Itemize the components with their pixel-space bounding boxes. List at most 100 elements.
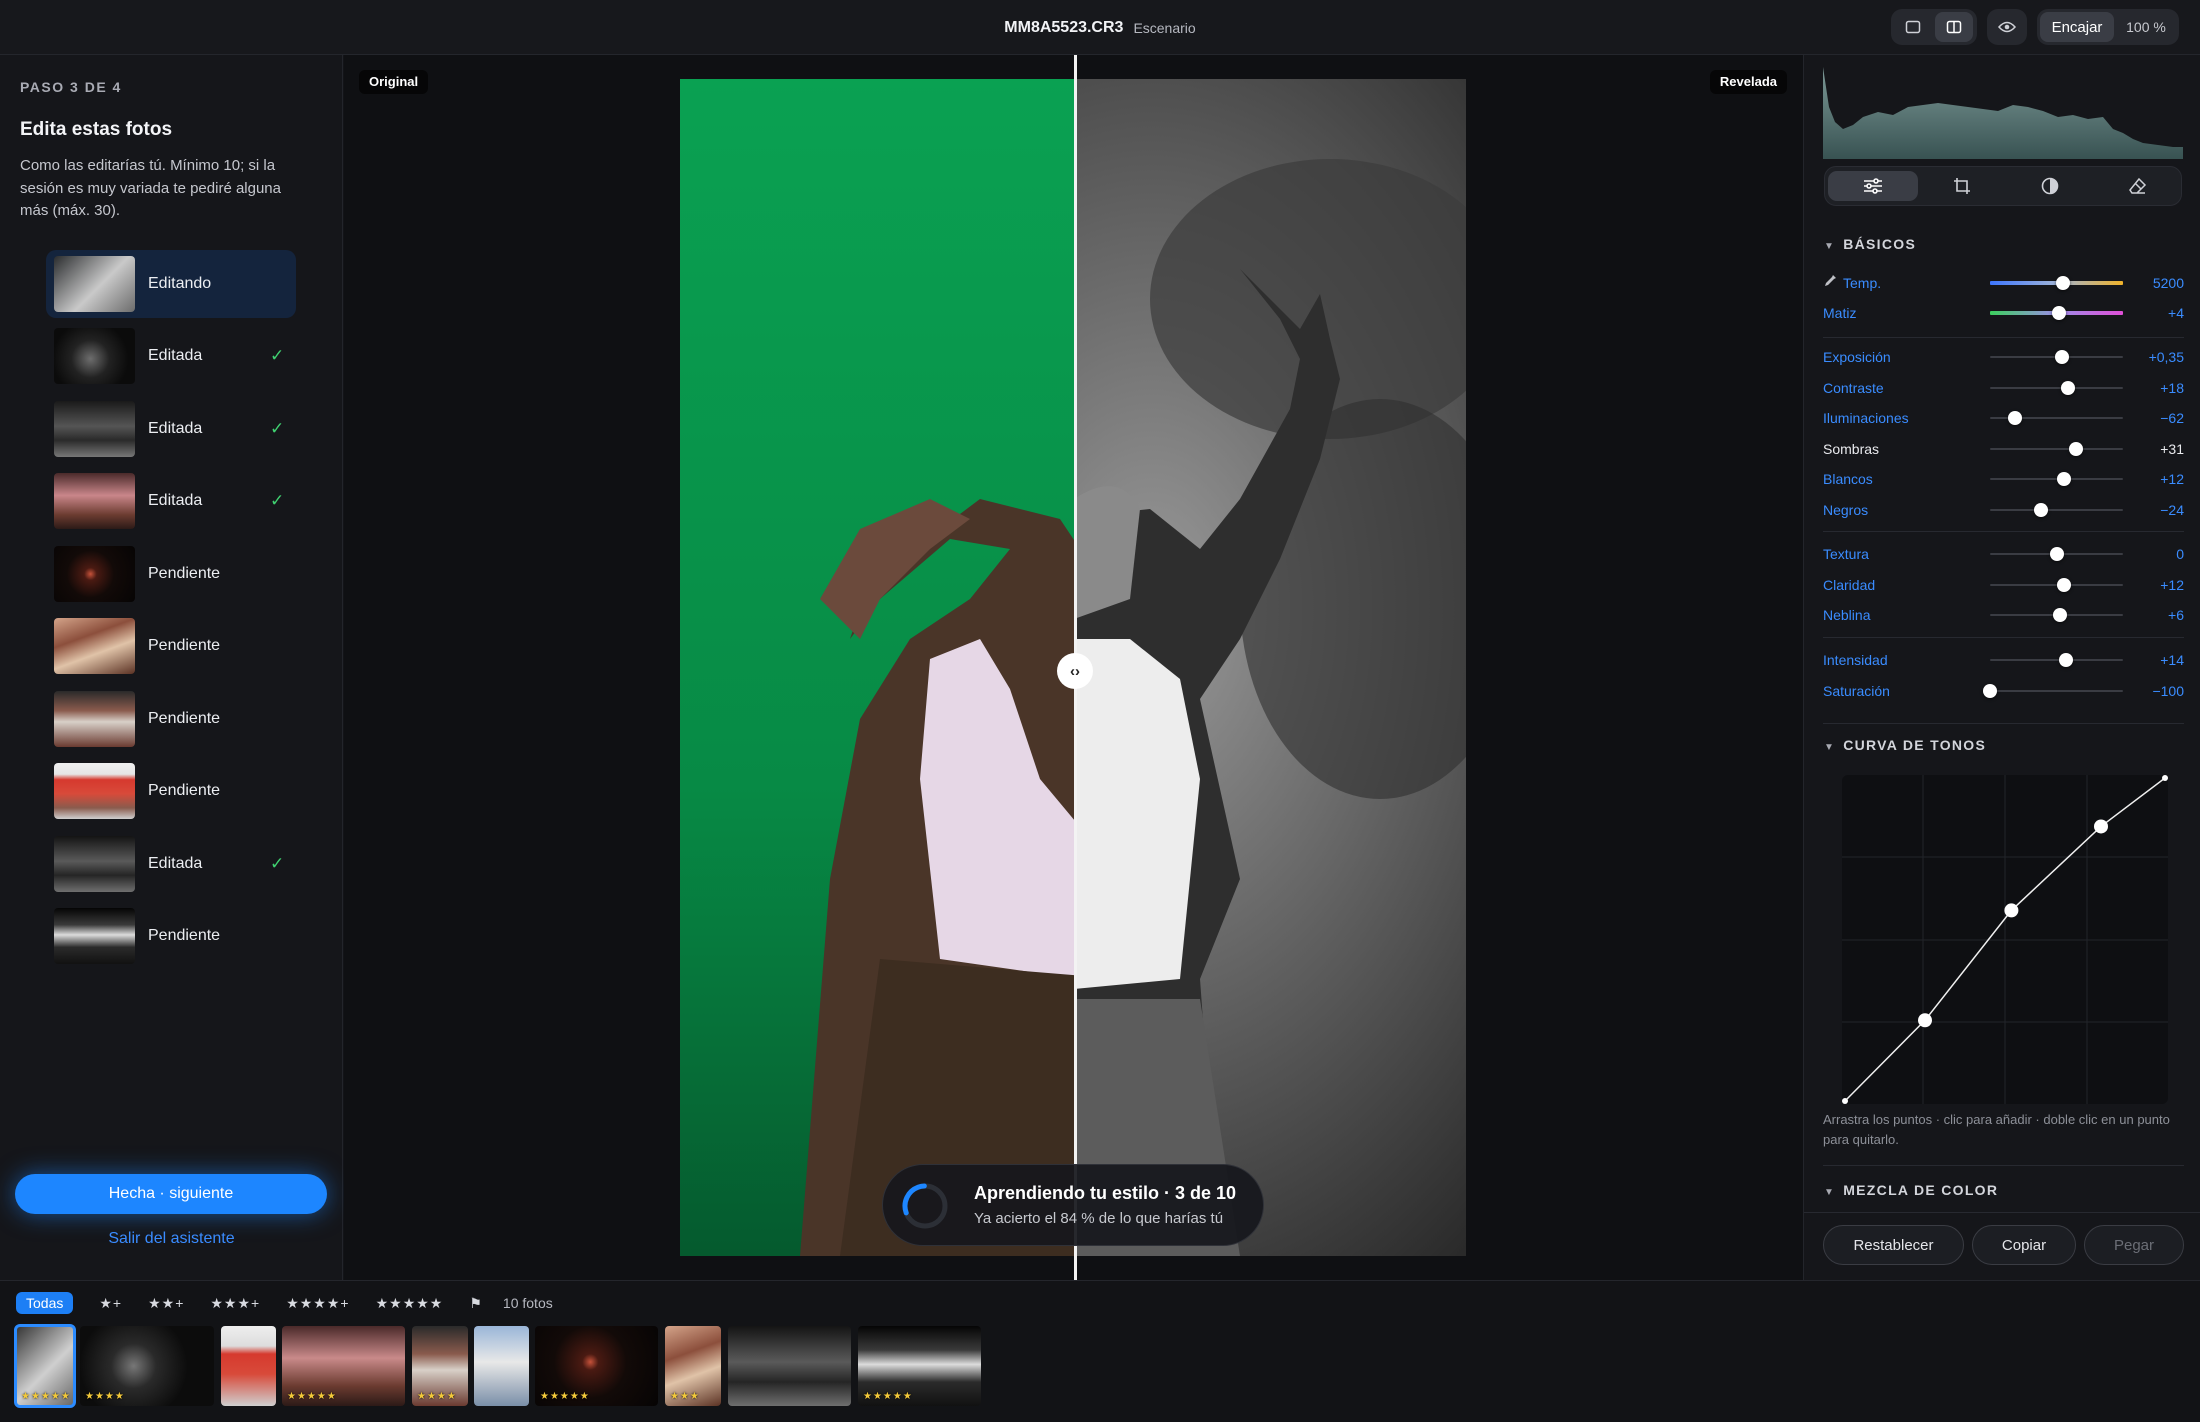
photo-list-item[interactable]: Editando — [46, 250, 296, 318]
photo-list-item[interactable]: Pendiente — [46, 757, 296, 825]
slider-value[interactable]: −100 — [2152, 680, 2184, 702]
photo-list-item[interactable]: Pendiente — [46, 612, 296, 680]
slider-knob[interactable] — [2054, 350, 2069, 364]
slider-dehaze[interactable]: Neblina +6 — [1823, 604, 2184, 626]
filmstrip-thumb[interactable] — [728, 1326, 851, 1406]
slider-knob[interactable] — [2053, 608, 2068, 622]
filmstrip-thumb[interactable]: ★★★★★ — [14, 1324, 76, 1408]
slider-saturation[interactable]: Saturación −100 — [1823, 680, 2184, 702]
curve-section-header[interactable]: ▼ CURVA DE TONOS — [1824, 737, 1986, 753]
filmstrip-thumb[interactable]: ★★★★ — [80, 1326, 214, 1406]
slider-value[interactable]: −62 — [2160, 407, 2184, 429]
filmstrip-thumb[interactable]: ★★★★ — [412, 1326, 468, 1406]
reset-button[interactable]: Restablecer — [1823, 1225, 1964, 1265]
slider-value[interactable]: 0 — [2176, 543, 2184, 565]
filmstrip-thumb[interactable] — [221, 1326, 276, 1406]
filter-all[interactable]: Todas — [16, 1292, 74, 1314]
slider-value[interactable]: +6 — [2168, 604, 2184, 626]
color-mix-section-header[interactable]: ▼ MEZCLA DE COLOR — [1824, 1182, 1998, 1198]
slider-blacks[interactable]: Negros −24 — [1823, 499, 2184, 521]
slider-highlights[interactable]: Iluminaciones −62 — [1823, 407, 2184, 429]
slider-value[interactable]: −24 — [2160, 499, 2184, 521]
photo-list-item[interactable]: Editada ✓ — [46, 830, 296, 898]
slider-texture[interactable]: Textura 0 — [1823, 543, 2184, 565]
slider-track[interactable] — [1990, 509, 2123, 511]
slider-track[interactable] — [1990, 448, 2123, 450]
slider-knob[interactable] — [2056, 276, 2071, 290]
slider-knob[interactable] — [2033, 503, 2048, 517]
photo-list-item[interactable]: Pendiente — [46, 540, 296, 608]
curve-endpoint[interactable] — [1842, 1098, 1848, 1104]
flag-filter-icon[interactable]: ⚑ — [469, 1295, 483, 1312]
tab-crop[interactable] — [1917, 171, 2007, 201]
slider-whites[interactable]: Blancos +12 — [1823, 468, 2184, 490]
photo-status: Editada — [148, 347, 203, 364]
split-handle-icon[interactable]: ‹› — [1057, 653, 1093, 689]
slider-knob[interactable] — [2061, 381, 2076, 395]
slider-value[interactable]: +14 — [2160, 649, 2184, 671]
slider-value[interactable]: 5200 — [2153, 272, 2184, 294]
photo-list-item[interactable]: Pendiente — [46, 902, 296, 970]
tab-retouch[interactable] — [2093, 171, 2183, 201]
preview-button[interactable] — [1990, 12, 2024, 42]
photo-status: Editada — [148, 492, 203, 509]
slider-label: Contraste — [1823, 380, 1884, 396]
slider-tint[interactable]: Matiz +4 — [1823, 302, 2184, 324]
filmstrip-thumb[interactable]: ★★★★★ — [535, 1326, 658, 1406]
photo-list-item[interactable]: Pendiente — [46, 685, 296, 753]
curve-endpoint[interactable] — [2162, 775, 2168, 781]
curve-control-point[interactable] — [1918, 1013, 1932, 1028]
slider-track[interactable] — [1990, 659, 2123, 661]
slider-value[interactable]: +4 — [2168, 302, 2184, 324]
slider-knob[interactable] — [1983, 684, 1997, 698]
basics-section-header[interactable]: ▼ BÁSICOS — [1824, 236, 1916, 252]
slider-temp[interactable]: Temp. 5200 — [1823, 272, 2184, 294]
curve-control-point[interactable] — [2004, 903, 2019, 918]
tone-curve-editor[interactable] — [1839, 772, 2171, 1107]
photo-list-item[interactable]: Editada ✓ — [46, 322, 296, 390]
filter-4-star[interactable]: ★★★★+ — [286, 1295, 349, 1312]
slider-value[interactable]: +18 — [2160, 377, 2184, 399]
slider-knob[interactable] — [2008, 411, 2023, 425]
single-view-button[interactable] — [1894, 12, 1932, 42]
slider-knob[interactable] — [2058, 653, 2073, 667]
slider-clarity[interactable]: Claridad +12 — [1823, 574, 2184, 596]
slider-exposure[interactable]: Exposición +0,35 — [1823, 346, 2184, 368]
slider-knob[interactable] — [2057, 578, 2072, 592]
zoom-value[interactable]: 100 % — [2117, 12, 2175, 42]
paste-button[interactable]: Pegar — [2084, 1225, 2184, 1265]
split-view-button[interactable] — [1935, 12, 1973, 42]
slider-track[interactable] — [1990, 387, 2123, 389]
filmstrip-thumb[interactable]: ★★★★★ — [858, 1326, 981, 1406]
slider-vibrance[interactable]: Intensidad +14 — [1823, 649, 2184, 671]
slider-knob[interactable] — [2049, 547, 2064, 561]
zoom-fit-button[interactable]: Encajar — [2040, 12, 2114, 42]
filter-1-star[interactable]: ★+ — [99, 1295, 122, 1312]
tab-adjust[interactable] — [1828, 171, 1918, 201]
filmstrip-thumb[interactable]: ★★★ — [665, 1326, 721, 1406]
photo-canvas[interactable]: Original Revelada ‹› Aprendiendo tu esti… — [344, 55, 1803, 1280]
slider-knob[interactable] — [2057, 472, 2072, 486]
slider-contrast[interactable]: Contraste +18 — [1823, 377, 2184, 399]
slider-shadows[interactable]: Sombras +31 — [1823, 438, 2184, 460]
done-next-button[interactable]: Hecha · siguiente — [15, 1174, 327, 1214]
filter-3-star[interactable]: ★★★+ — [210, 1295, 260, 1312]
slider-knob[interactable] — [2069, 442, 2084, 456]
filter-5-star[interactable]: ★★★★★ — [376, 1295, 444, 1312]
copy-button[interactable]: Copiar — [1972, 1225, 2076, 1265]
filmstrip-thumb[interactable]: ★★★★★ — [282, 1326, 405, 1406]
filter-2-star[interactable]: ★★+ — [148, 1295, 184, 1312]
slider-value[interactable]: +12 — [2160, 574, 2184, 596]
slider-value[interactable]: +0,35 — [2149, 346, 2184, 368]
slider-value[interactable]: +12 — [2160, 468, 2184, 490]
curve-control-point[interactable] — [2094, 819, 2108, 834]
toast-title: Aprendiendo tu estilo · 3 de 10 — [974, 1183, 1237, 1203]
photo-list-item[interactable]: Editada ✓ — [46, 395, 296, 463]
slider-value[interactable]: +31 — [2160, 438, 2184, 460]
slider-track[interactable] — [1990, 690, 2123, 692]
exit-wizard-link[interactable]: Salir del asistente — [0, 1224, 343, 1254]
slider-knob[interactable] — [2052, 306, 2067, 320]
tab-tone[interactable] — [2005, 171, 2095, 201]
filmstrip-thumb[interactable] — [474, 1326, 529, 1406]
photo-list-item[interactable]: Editada ✓ — [46, 467, 296, 535]
